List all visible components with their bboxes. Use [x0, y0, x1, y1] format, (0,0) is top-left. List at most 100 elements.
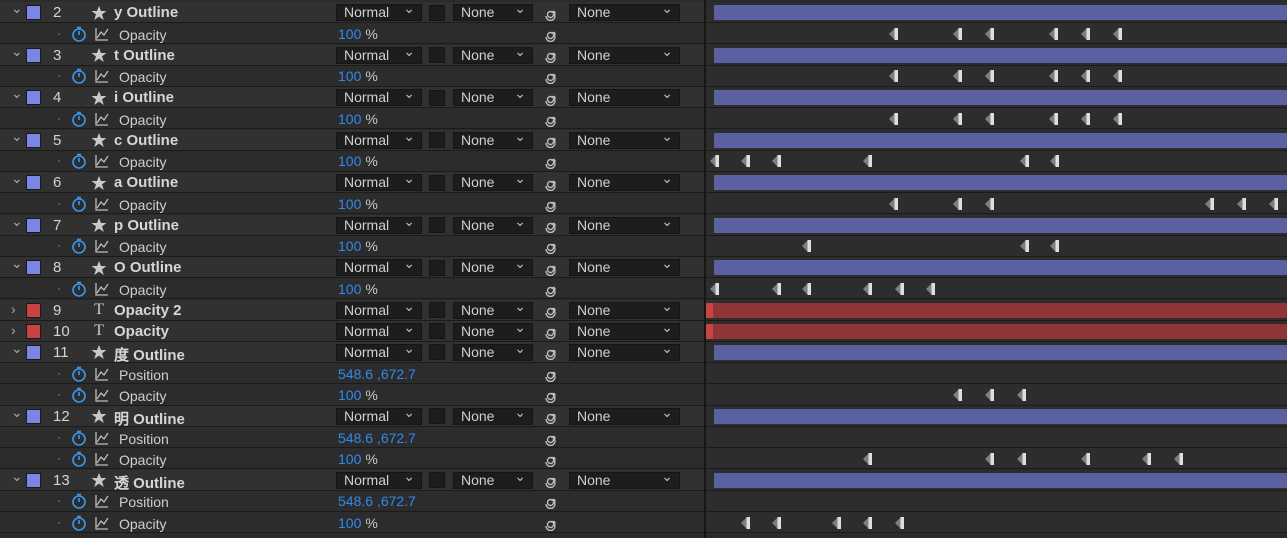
blend-mode-dropdown[interactable]: Normal ⌄ [336, 170, 422, 192]
keyframe[interactable] [772, 282, 782, 295]
keyframe[interactable] [1237, 197, 1247, 210]
layer-row[interactable]: ⌄ 7 p Outline Normal ⌄ None ⌄ None ⌄ [0, 213, 705, 236]
layer-name[interactable]: O Outline [114, 259, 182, 276]
property-value[interactable]: 100% [338, 281, 378, 297]
track-matte-dropdown[interactable]: None ⌄ [453, 255, 533, 277]
stopwatch-icon[interactable] [71, 111, 87, 127]
keyframe[interactable] [802, 282, 812, 295]
keyframe[interactable] [952, 112, 962, 125]
track-matte-dropdown[interactable]: None ⌄ [453, 0, 533, 22]
layer-name[interactable]: t Outline [114, 47, 175, 64]
preserve-transparency-checkbox[interactable] [429, 259, 445, 276]
graph-icon[interactable] [94, 493, 110, 509]
stopwatch-icon[interactable] [71, 366, 87, 382]
label-color-swatch[interactable] [26, 132, 41, 148]
expression-pickwhip-icon[interactable] [544, 366, 560, 382]
parent-dropdown[interactable]: None ⌄ [569, 43, 680, 64]
spiral-icon[interactable] [544, 260, 560, 276]
layer-row[interactable]: ⌄ 11 度 Outline Normal ⌄ None ⌄ None ⌄ [0, 340, 705, 364]
keyframe[interactable] [1050, 240, 1060, 253]
timeline-property-track[interactable] [706, 278, 1287, 300]
property-value-number[interactable]: 100 [338, 451, 361, 467]
keyframe[interactable] [1080, 70, 1090, 83]
timeline-layer-track[interactable] [706, 87, 1287, 109]
keyframe[interactable] [888, 27, 898, 40]
layer-name[interactable]: c Outline [114, 132, 178, 149]
property-value-number[interactable]: 100 [338, 153, 361, 169]
layer-name[interactable]: i Outline [114, 89, 174, 106]
keyframe[interactable] [952, 389, 962, 402]
keyframe[interactable] [772, 516, 782, 529]
property-value[interactable]: 100% [338, 451, 378, 467]
expression-pickwhip-icon[interactable] [544, 238, 560, 255]
timeline-layer-track[interactable] [706, 129, 1287, 151]
layer-row[interactable]: ⌄ 3 t Outline Normal ⌄ None ⌄ None ⌄ [0, 43, 705, 66]
stopwatch-icon[interactable] [71, 493, 87, 510]
keyframe[interactable] [984, 389, 994, 402]
layer-name[interactable]: p Outline [114, 217, 179, 234]
spiral-icon[interactable] [544, 90, 560, 106]
property-value-number[interactable]: 100 [338, 238, 361, 254]
parent-dropdown[interactable]: None ⌄ [569, 468, 680, 489]
keyframe[interactable] [1173, 452, 1183, 465]
keyframe[interactable] [740, 516, 750, 529]
stopwatch-icon[interactable] [71, 153, 87, 170]
timeline-property-track[interactable] [706, 512, 1287, 534]
spiral-icon[interactable] [544, 47, 560, 64]
chevron-down-icon[interactable]: ⌄ [11, 468, 23, 485]
blend-mode-dropdown[interactable]: Normal ⌄ [336, 319, 422, 340]
keyframe[interactable] [984, 452, 994, 465]
keyframe[interactable] [888, 70, 898, 83]
chevron-down-icon[interactable]: ⌄ [11, 0, 23, 17]
layer-duration-bar[interactable] [714, 408, 1287, 424]
label-color-swatch[interactable] [26, 47, 41, 63]
timeline-layer-track[interactable] [706, 2, 1287, 24]
parent-dropdown[interactable]: None ⌄ [569, 213, 680, 234]
layer-duration-bar[interactable] [714, 90, 1287, 106]
label-color-swatch[interactable] [26, 408, 41, 424]
property-value[interactable]: 548.6 ,672.7 [338, 366, 416, 382]
preserve-transparency-checkbox[interactable] [429, 302, 445, 319]
keyframe[interactable] [1080, 452, 1090, 465]
keyframe[interactable] [1112, 70, 1122, 83]
preserve-transparency-checkbox[interactable] [429, 132, 445, 149]
layer-row[interactable]: ⌄ 8 O Outline Normal ⌄ None ⌄ None ⌄ [0, 255, 705, 279]
keyframe[interactable] [984, 112, 994, 125]
keyframe[interactable] [1019, 155, 1029, 168]
layer-duration-bar[interactable] [714, 47, 1287, 63]
timeline-property-track[interactable] [706, 426, 1287, 449]
timeline-property-track[interactable] [706, 384, 1287, 406]
keyframe[interactable] [894, 282, 904, 295]
keyframe[interactable] [863, 516, 873, 529]
layer-name[interactable]: Opacity [114, 323, 169, 340]
property-value[interactable]: 100% [338, 387, 378, 403]
timeline-layer-track[interactable] [706, 214, 1287, 236]
graph-icon[interactable] [94, 451, 110, 467]
property-value-number[interactable]: 100 [338, 111, 361, 127]
blend-mode-dropdown[interactable]: Normal ⌄ [336, 340, 422, 362]
expression-pickwhip-icon[interactable] [544, 153, 560, 170]
keyframe[interactable] [926, 282, 935, 295]
property-row[interactable]: Position 548.6 ,672.7 [0, 490, 705, 512]
property-value-number[interactable]: 100 [338, 196, 361, 212]
keyframe[interactable] [984, 27, 994, 40]
chevron-down-icon[interactable]: ⌄ [11, 85, 23, 102]
spiral-icon[interactable] [544, 5, 560, 21]
timeline-layer-track[interactable] [706, 341, 1287, 364]
graph-icon[interactable] [94, 387, 110, 403]
keyframe[interactable] [1050, 155, 1060, 168]
graph-icon[interactable] [94, 366, 110, 382]
property-value[interactable]: 100% [338, 196, 378, 212]
chevron-down-icon[interactable]: ⌄ [11, 43, 23, 60]
layer-row[interactable]: ⌄ 12 明 Outline Normal ⌄ None ⌄ None ⌄ [0, 404, 705, 428]
track-matte-dropdown[interactable]: None ⌄ [453, 85, 533, 107]
keyframe[interactable] [952, 27, 962, 40]
track-matte-dropdown[interactable]: None ⌄ [453, 213, 533, 234]
stopwatch-icon[interactable] [71, 281, 87, 297]
keyframe[interactable] [863, 452, 873, 465]
track-matte-dropdown[interactable]: None ⌄ [453, 43, 533, 64]
keyframe[interactable] [1016, 452, 1026, 465]
label-color-swatch[interactable] [26, 217, 41, 233]
keyframe[interactable] [1141, 452, 1151, 465]
stopwatch-icon[interactable] [71, 451, 87, 467]
